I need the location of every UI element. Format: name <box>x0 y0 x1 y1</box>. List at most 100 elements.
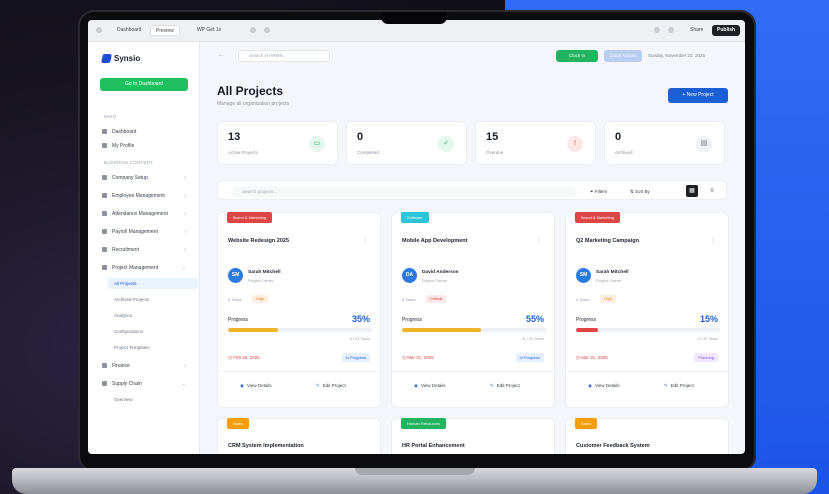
page-title: All Projects <box>217 84 284 98</box>
grid-view-icon[interactable]: ▦ <box>686 185 698 197</box>
tasks-done: 8 / 23 Tasks <box>349 337 370 341</box>
stat-card: 15 Overdue! <box>475 121 596 165</box>
avatar: SM <box>576 268 591 283</box>
project-title[interactable]: HR Portal Enhancement <box>402 443 465 449</box>
sidebar-item-label: Supply Chain <box>112 381 142 387</box>
sidebar-item-project-management[interactable]: Project Management ⌄ <box>102 262 194 274</box>
more-options-icon[interactable]: ⋮ <box>362 237 368 244</box>
edit-project-button[interactable]: ✎ Edit Project <box>490 383 520 389</box>
alert-icon: ! <box>567 136 583 152</box>
view-details-button[interactable]: ◉ View Details <box>240 383 272 389</box>
menu-icon[interactable] <box>96 27 102 33</box>
owner-role: Project Owner <box>248 278 274 283</box>
sidebar-item-supply-chain[interactable]: Supply Chain ⌄ <box>102 378 194 390</box>
edit-project-button[interactable]: ✎ Edit Project <box>316 383 346 389</box>
share-link[interactable]: Share <box>690 25 703 36</box>
project-title[interactable]: Q2 Marketing Campaign <box>576 238 639 244</box>
project-title[interactable]: Customer Feedback System <box>576 443 650 449</box>
tab-wp[interactable]: WP Get 1s <box>192 25 226 36</box>
project-card[interactable]: Sales CRM System Implementation <box>217 418 381 454</box>
sidebar-item-dashboard[interactable]: Dashboard <box>102 126 194 138</box>
due-date-text: Mar 31, 2025 <box>581 355 608 360</box>
progress-track <box>402 328 546 332</box>
project-card[interactable]: Software Mobile App Development ⋮ DA David A… <box>391 212 556 408</box>
page-subtitle: Manage all organization projects <box>217 101 289 107</box>
project-title[interactable]: Mobile App Development <box>402 238 468 244</box>
sidebar-item-label: My Profile <box>112 143 135 149</box>
stat-value: 13 <box>228 131 241 143</box>
truck-icon <box>102 381 107 387</box>
sidebar-item-finance[interactable]: Finance › <box>102 360 194 372</box>
sort-button[interactable]: ⇅ Sort By <box>630 186 650 197</box>
project-title[interactable]: Website Redesign 2025 <box>228 238 289 244</box>
sidebar-sub-archived[interactable]: Archived Projects <box>114 294 194 305</box>
tab-dashboard[interactable]: Dashboard <box>112 25 146 36</box>
bell-icon[interactable] <box>654 27 660 33</box>
sidebar-item-attendance[interactable]: Attendance Management › <box>102 208 194 220</box>
sidebar-sub-configurations[interactable]: Configurations <box>114 326 194 337</box>
go-to-dashboard-button[interactable]: Go to Dashboard <box>100 78 188 91</box>
clock-in-button[interactable]: Clock In <box>556 50 598 62</box>
chevron-right-icon: › <box>184 363 186 369</box>
view-details-button[interactable]: ◉ View Details <box>588 383 620 389</box>
edit-project-label: Edit Project <box>322 383 346 388</box>
publish-button[interactable]: Publish <box>712 25 741 36</box>
project-card[interactable]: Brand & Marketing Q2 Marketing Campaign ⋮ S… <box>565 212 730 408</box>
progress-percent: 15% <box>699 314 718 324</box>
archive-icon: ▤ <box>696 136 712 152</box>
tasks-done: 3 / 20 Tasks <box>697 337 718 341</box>
progress-label: Progress <box>402 317 423 323</box>
current-date: Sunday, November 23, 2025 <box>648 53 705 58</box>
due-date-text: Feb 28, 2025 <box>233 355 260 360</box>
owner-name: Sarah Mitchell <box>248 270 281 275</box>
check-circle-icon: ✓ <box>438 136 454 152</box>
eye-icon: ◉ <box>588 383 592 388</box>
more-options-icon[interactable]: ⋮ <box>710 237 716 244</box>
sidebar-sub-templates[interactable]: Project Templates <box>114 342 194 353</box>
back-arrow-icon[interactable]: ← <box>218 52 224 58</box>
project-card[interactable]: Brand & Marketing Website Redesign 2025 ⋮ S… <box>217 212 382 408</box>
tab-preview[interactable]: Preview <box>150 25 180 36</box>
finance-icon <box>102 363 107 369</box>
tasks-done: 11 / 20 Tasks <box>521 337 544 341</box>
settings-icon[interactable] <box>264 27 270 33</box>
chevron-down-icon: ⌄ <box>181 381 186 387</box>
sidebar-sub-overview[interactable]: Overview <box>114 394 194 405</box>
project-search-input[interactable]: Search projects... <box>232 186 577 197</box>
sidebar-section-business: BUSINESS CONTENT <box>104 160 153 165</box>
avatar: SM <box>228 268 243 283</box>
sidebar-sub-analytics[interactable]: Analytics <box>114 310 194 321</box>
project-title[interactable]: CRM System Implementation <box>228 443 304 449</box>
new-project-button[interactable]: + New Project <box>668 88 728 103</box>
filters-button[interactable]: ⏷ Filters <box>590 186 607 197</box>
progress-fill <box>228 328 279 332</box>
user-icon[interactable] <box>668 27 674 33</box>
sidebar-item-profile[interactable]: My Profile <box>102 140 194 152</box>
status-badge: In Progress <box>515 353 544 362</box>
global-search-input[interactable]: Search in HRMS... <box>238 50 330 62</box>
brand-logo[interactable]: Synsio <box>101 54 140 64</box>
view-details-label: View Details <box>594 383 620 388</box>
project-card[interactable]: Sales Customer Feedback System <box>565 418 729 454</box>
sidebar-item-company-setup[interactable]: Company Setup › <box>102 172 194 184</box>
more-options-icon[interactable]: ⋮ <box>536 237 542 244</box>
sidebar-item-employee-management[interactable]: Employee Management › <box>102 190 194 202</box>
view-details-button[interactable]: ◉ View Details <box>414 383 446 389</box>
progress-track <box>576 328 720 332</box>
chevron-right-icon: › <box>184 247 186 253</box>
quick-actions-button[interactable]: Quick Actions <box>604 50 642 62</box>
owner-role: Project Owner <box>422 278 448 283</box>
sidebar-sub-all-projects[interactable]: All Projects <box>108 278 198 289</box>
sidebar-item-recruitment[interactable]: Recruitment › <box>102 244 194 256</box>
chevron-right-icon: › <box>184 229 186 235</box>
list-view-icon[interactable]: ≡ <box>706 185 718 197</box>
progress-label: Progress <box>228 317 249 323</box>
sidebar-item-label: Employee Management <box>112 193 165 199</box>
sidebar: Synsio Go to Dashboard MAIN Dashboard My… <box>88 42 200 454</box>
sidebar-item-payroll[interactable]: Payroll Management › <box>102 226 194 238</box>
project-card[interactable]: Human Resources HR Portal Enhancement <box>391 418 555 454</box>
stat-label: Active Projects <box>228 150 258 155</box>
stat-card: 13 Active Projects ▭ <box>217 121 338 165</box>
edit-project-button[interactable]: ✎ Edit Project <box>664 383 694 389</box>
refresh-icon[interactable] <box>250 27 256 33</box>
